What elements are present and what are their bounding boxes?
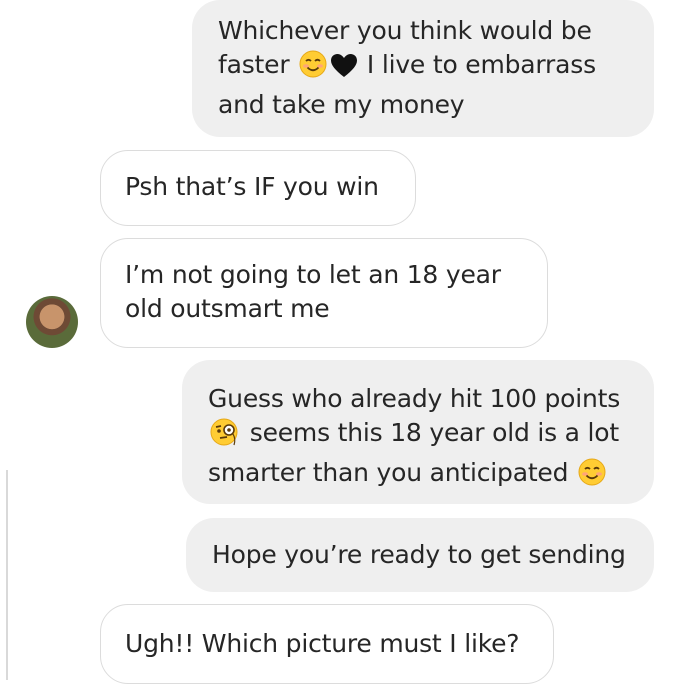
- message-text: smarter than you anticipated: [208, 458, 569, 487]
- smiling-face-icon: [577, 457, 607, 496]
- message-text: I’m not going to let an 18 year: [125, 260, 501, 289]
- black-heart-icon: [330, 53, 358, 88]
- message-text: old outsmart me: [125, 294, 330, 323]
- message-text-line: smarter than you anticipated: [208, 456, 654, 496]
- message-text: Psh that’s IF you win: [125, 172, 379, 201]
- message-text: Guess who already hit 100 points: [208, 384, 621, 413]
- message-bubble-outgoing[interactable]: Guess who already hit 100 points seems t…: [182, 360, 654, 504]
- message-text: I live to embarrass: [366, 50, 596, 79]
- message-text: and take my money: [218, 90, 465, 119]
- smiling-face-icon: [298, 49, 328, 88]
- message-bubble-outgoing[interactable]: Hope you’re ready to get sending: [186, 518, 654, 592]
- message-bubble-incoming[interactable]: Psh that’s IF you win: [100, 150, 416, 226]
- message-bubble-outgoing[interactable]: Whichever you think would be faster I li…: [192, 0, 654, 137]
- message-text: faster: [218, 50, 290, 79]
- avatar[interactable]: [26, 296, 78, 348]
- message-text: seems this 18 year old is a lot: [249, 418, 619, 447]
- scrollbar-track[interactable]: [6, 470, 8, 680]
- message-bubble-incoming[interactable]: Ugh!! Which picture must I like?: [100, 604, 554, 684]
- message-bubble-incoming[interactable]: I’m not going to let an 18 year old outs…: [100, 238, 548, 348]
- message-text-line: faster I live to embarrass: [218, 48, 654, 88]
- monocle-face-icon: [209, 417, 241, 456]
- message-text: Hope you’re ready to get sending: [212, 540, 626, 569]
- message-text-line: seems this 18 year old is a lot: [208, 416, 654, 456]
- message-text: Ugh!! Which picture must I like?: [125, 629, 520, 658]
- message-text: Whichever you think would be: [218, 16, 592, 45]
